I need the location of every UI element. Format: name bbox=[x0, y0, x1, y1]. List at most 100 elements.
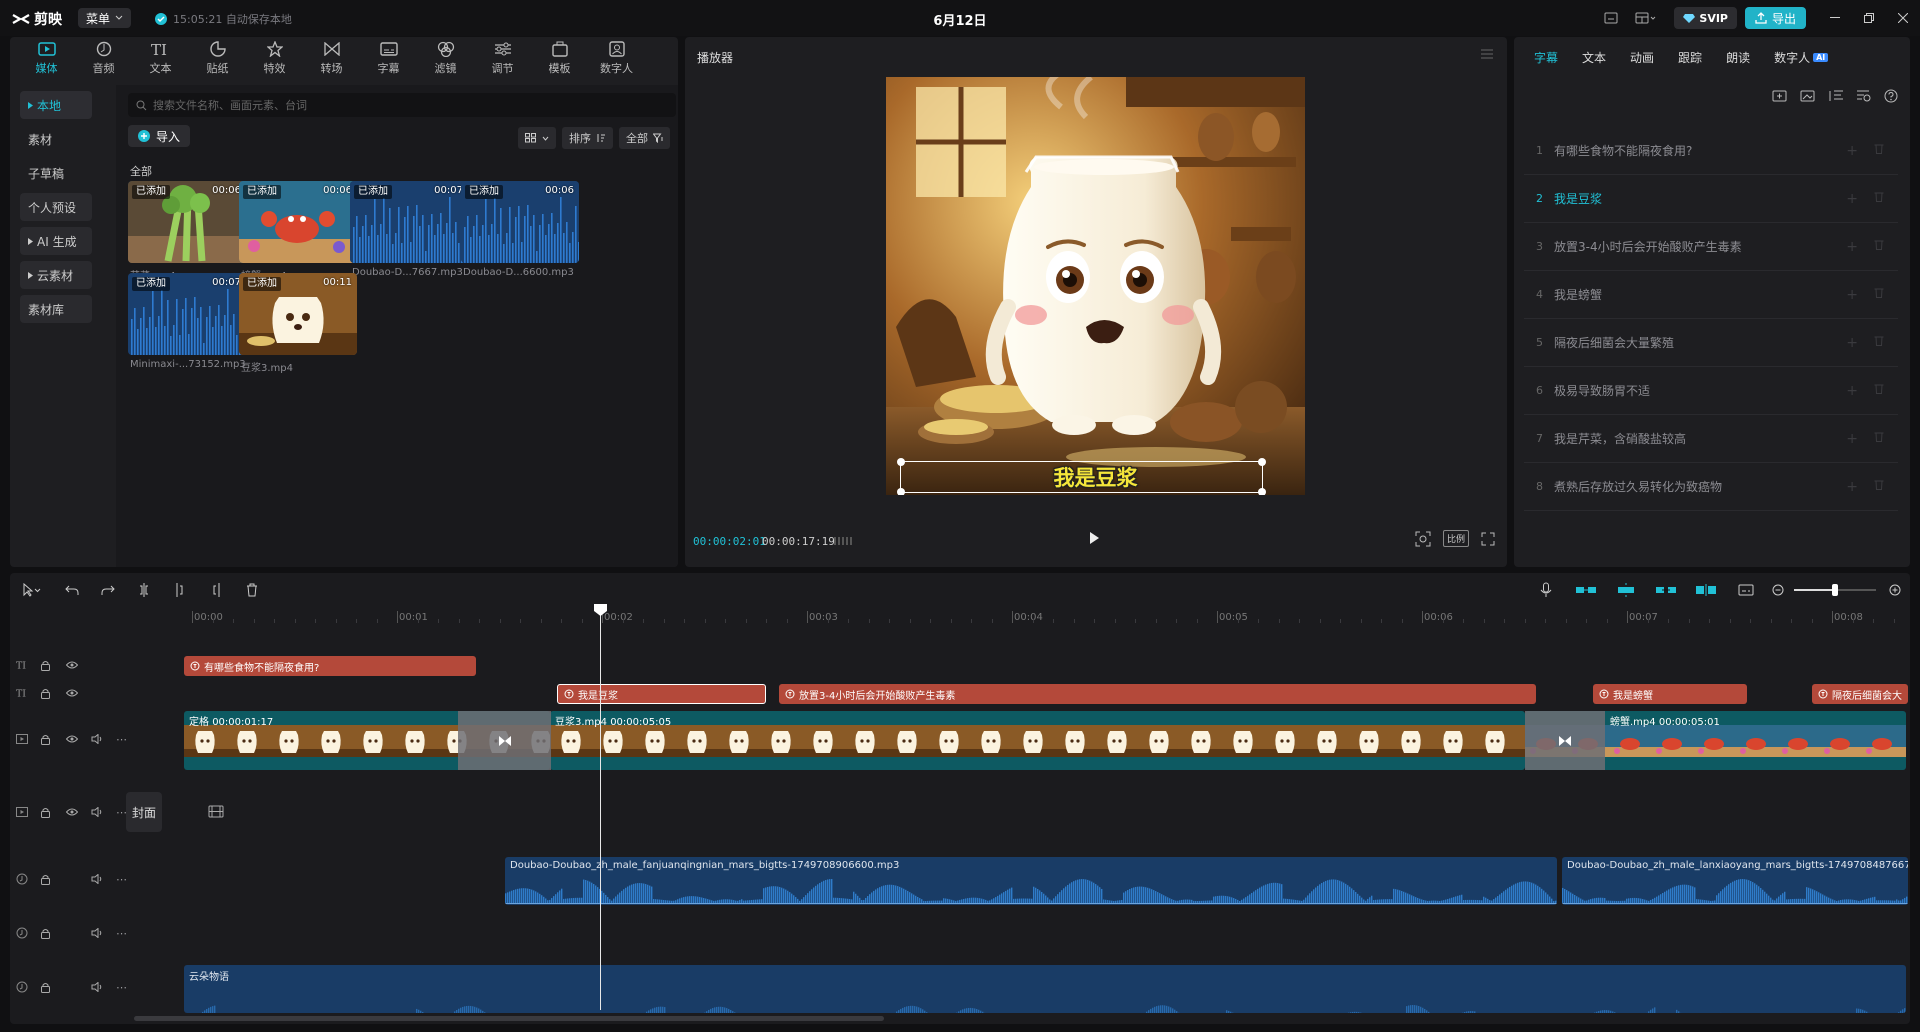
ratio-button[interactable]: 比例 bbox=[1442, 530, 1469, 547]
subtitle-text[interactable]: 煮熟后存放过久易转化为致癌物 bbox=[1554, 478, 1722, 495]
video-track-icon[interactable] bbox=[16, 734, 28, 744]
preview-axis-icon[interactable] bbox=[1686, 573, 1726, 607]
add-row-icon[interactable]: + bbox=[1846, 239, 1858, 255]
main-track-magnet-icon[interactable] bbox=[1566, 573, 1606, 607]
property-tab[interactable]: 动画 bbox=[1618, 49, 1666, 66]
media-thumbnail[interactable]: 已添加 00:06 bbox=[128, 181, 246, 263]
video-clip[interactable]: 豆浆3.mp4 00:00:05:05 bbox=[550, 711, 1525, 770]
play-button[interactable] bbox=[1087, 531, 1101, 545]
zoom-in-icon[interactable] bbox=[1880, 573, 1910, 607]
subtitle-text[interactable]: 隔夜后细菌会大量繁殖 bbox=[1554, 334, 1674, 351]
media-nav-item[interactable]: AI 生成 bbox=[20, 227, 92, 255]
menu-button[interactable]: 菜单 bbox=[78, 8, 132, 28]
cover-button[interactable]: 封面 bbox=[126, 792, 162, 832]
export-button[interactable]: 导出 bbox=[1744, 7, 1806, 29]
zoom-out-icon[interactable] bbox=[1766, 573, 1790, 607]
delete-row-icon[interactable] bbox=[1874, 143, 1884, 159]
media-thumbnail[interactable]: 已添加 00:07 bbox=[350, 181, 468, 263]
more-icon[interactable]: ⋯ bbox=[116, 733, 128, 746]
delete-row-icon[interactable] bbox=[1874, 383, 1884, 399]
fullscreen-icon[interactable] bbox=[1481, 532, 1495, 546]
transition-marker[interactable] bbox=[458, 711, 551, 770]
import-button[interactable]: 导入 bbox=[128, 125, 191, 147]
grid-view-button[interactable] bbox=[518, 127, 556, 149]
audio-track-icon[interactable] bbox=[16, 927, 28, 939]
speaker-icon[interactable] bbox=[91, 807, 103, 817]
minimize-icon[interactable] bbox=[1818, 0, 1852, 36]
zoom-slider[interactable] bbox=[1790, 573, 1880, 607]
subtitle-text[interactable]: 放置3-4小时后会开始酸败产生毒素 bbox=[1554, 238, 1742, 255]
text-track-icon[interactable]: TI bbox=[16, 688, 28, 698]
text-clip[interactable]: 隔夜后细菌会大 bbox=[1812, 684, 1908, 704]
more-icon[interactable]: ⋯ bbox=[116, 981, 128, 994]
search-input[interactable]: 搜索文件名称、画面元素、台词 bbox=[128, 93, 676, 117]
timeline-scrollbar[interactable] bbox=[134, 1016, 884, 1021]
help-icon[interactable] bbox=[1884, 89, 1898, 103]
media-nav-item[interactable]: 个人预设 bbox=[20, 193, 92, 221]
tab-transition[interactable]: 转场 bbox=[303, 37, 360, 79]
subtitle-row[interactable]: 4 我是螃蟹 + bbox=[1524, 271, 1898, 319]
lock-icon[interactable] bbox=[41, 734, 53, 745]
subtitle-row[interactable]: 1 有哪些食物不能隔夜食用? + bbox=[1524, 127, 1898, 175]
add-row-icon[interactable]: + bbox=[1846, 479, 1858, 495]
tab-digital-human[interactable]: 数字人 bbox=[588, 37, 645, 79]
lock-icon[interactable] bbox=[41, 982, 53, 993]
property-tab[interactable]: 数字人 AI bbox=[1762, 49, 1840, 66]
more-icon[interactable]: ⋯ bbox=[116, 873, 128, 886]
lock-icon[interactable] bbox=[41, 874, 53, 885]
time-ruler[interactable]: 00:00 00:01 00:02 00:03 00:04 00:05 00:06 00:07… bbox=[182, 607, 1910, 631]
tab-media[interactable]: 媒体 bbox=[18, 37, 75, 79]
property-tab[interactable]: 字幕 bbox=[1522, 49, 1570, 66]
tab-sticker[interactable]: 贴纸 bbox=[189, 37, 246, 79]
media-thumbnail[interactable]: 已添加 00:11 bbox=[239, 273, 357, 355]
layout-icon[interactable] bbox=[1626, 3, 1666, 33]
film-icon[interactable] bbox=[208, 805, 224, 818]
redo-icon[interactable] bbox=[90, 573, 126, 607]
delete-row-icon[interactable] bbox=[1874, 239, 1884, 255]
linkage-icon[interactable] bbox=[1646, 573, 1686, 607]
property-tab[interactable]: 朗读 bbox=[1714, 49, 1762, 66]
trim-left-icon[interactable] bbox=[162, 573, 198, 607]
delete-row-icon[interactable] bbox=[1874, 335, 1884, 351]
tab-text[interactable]: TI 文本 bbox=[132, 37, 189, 79]
tab-subtitle[interactable]: 字幕 bbox=[360, 37, 417, 79]
waveform-toggle-icon[interactable] bbox=[833, 535, 853, 547]
select-tool-icon[interactable] bbox=[10, 573, 54, 607]
media-nav-item[interactable]: 素材 bbox=[20, 125, 92, 153]
restore-icon[interactable] bbox=[1852, 0, 1886, 36]
subtitle-text[interactable]: 有哪些食物不能隔夜食用? bbox=[1554, 142, 1692, 159]
speaker-icon[interactable] bbox=[91, 928, 103, 938]
eye-icon[interactable] bbox=[66, 808, 78, 816]
menu-icon[interactable] bbox=[1481, 49, 1493, 59]
delete-row-icon[interactable] bbox=[1874, 191, 1884, 207]
tab-audio[interactable]: 音频 bbox=[75, 37, 132, 79]
playhead-handle[interactable] bbox=[593, 603, 608, 617]
image-subtitle-icon[interactable] bbox=[1800, 89, 1816, 103]
eye-icon[interactable] bbox=[66, 661, 78, 669]
split-icon[interactable] bbox=[126, 573, 162, 607]
media-nav-item[interactable]: 本地 bbox=[20, 91, 92, 119]
subtitle-text[interactable]: 我是芹菜，含硝酸盐较高 bbox=[1554, 430, 1686, 447]
add-row-icon[interactable]: + bbox=[1846, 431, 1858, 447]
media-thumbnail[interactable]: 已添加 00:06 bbox=[239, 181, 357, 263]
media-thumbnail[interactable]: 已添加 00:06 bbox=[461, 181, 579, 263]
subtitle-text[interactable]: 我是螃蟹 bbox=[1554, 286, 1602, 303]
transition-marker[interactable] bbox=[1525, 711, 1605, 770]
add-subtitle-icon[interactable] bbox=[1772, 89, 1788, 103]
video-track-icon[interactable] bbox=[16, 807, 28, 817]
media-nav-item[interactable]: 子草稿 bbox=[20, 159, 92, 187]
microphone-icon[interactable] bbox=[1526, 573, 1566, 607]
subtitle-row[interactable]: 6 极易导致肠胃不适 + bbox=[1524, 367, 1898, 415]
tab-template[interactable]: 模板 bbox=[531, 37, 588, 79]
screenshot-icon[interactable] bbox=[1415, 531, 1431, 547]
subtitle-text[interactable]: 极易导致肠胃不适 bbox=[1554, 382, 1650, 399]
speaker-icon[interactable] bbox=[91, 874, 103, 884]
filter-button[interactable]: 全部 bbox=[619, 127, 670, 149]
subtitle-text[interactable]: 我是豆浆 bbox=[1554, 190, 1602, 207]
delete-row-icon[interactable] bbox=[1874, 431, 1884, 447]
eye-icon[interactable] bbox=[66, 689, 78, 697]
caption-preview-icon[interactable] bbox=[1726, 573, 1766, 607]
subtitle-row[interactable]: 5 隔夜后细菌会大量繁殖 + bbox=[1524, 319, 1898, 367]
property-tab[interactable]: 文本 bbox=[1570, 49, 1618, 66]
auto-snap-icon[interactable] bbox=[1606, 573, 1646, 607]
